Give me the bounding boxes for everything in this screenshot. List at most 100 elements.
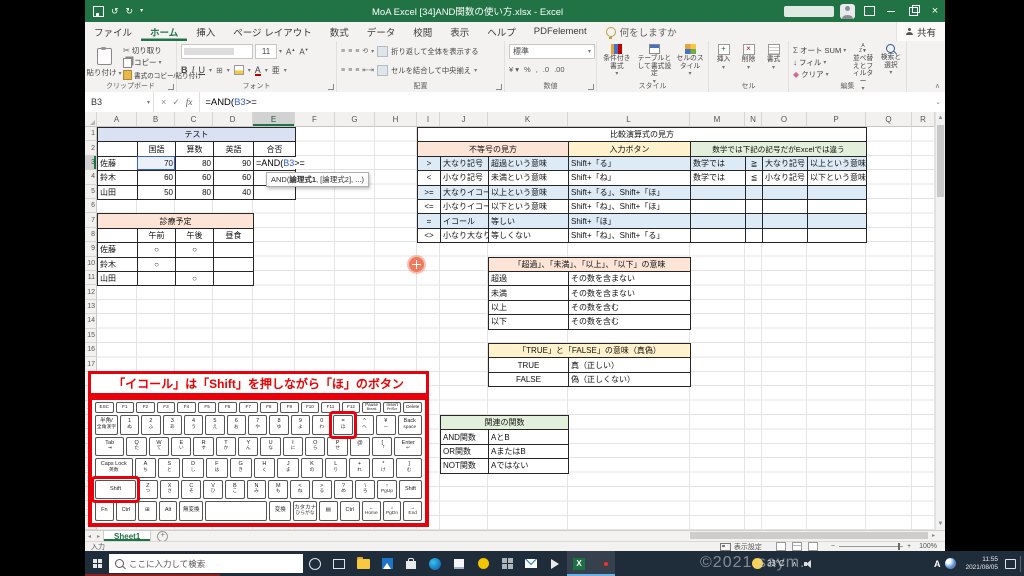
cell-e3-formula[interactable]: =AND(B3 >= [254,156,334,170]
column-header-A[interactable]: A [97,112,137,127]
table-cell[interactable]: ○ [176,271,214,287]
table-cell[interactable]: その数を含まない [569,286,691,301]
table-cell[interactable]: AまたはB [489,444,569,460]
table-cell[interactable]: 診療予定 [98,214,254,229]
table-cell[interactable]: 60 [176,171,214,186]
account-avatar[interactable] [840,3,855,19]
sheet-nav-right-icon[interactable]: ▸ [94,533,103,540]
cell-styles-button[interactable]: セルのスタイル ▾ [676,44,704,79]
share-button[interactable]: 共有 [895,22,945,41]
table-cell[interactable]: 午前 [138,228,176,244]
table-cell[interactable]: 以下という意味 [489,200,569,215]
table-cell[interactable]: <> [418,228,441,244]
comma-button[interactable]: , [536,65,538,74]
table-cell[interactable]: = [418,214,441,229]
redo-icon[interactable]: ↻ [126,6,134,16]
table-cell[interactable]: 不等号の見方 [418,142,569,157]
table-cell[interactable]: 大なりイコール [441,185,489,200]
merge-center-button[interactable]: セルを結合して中央揃え [391,66,471,76]
table-cell[interactable]: ≦ [746,171,763,186]
table-cell[interactable]: ○ [138,243,176,258]
ribbon-tab-9[interactable]: PDFelement [525,22,596,41]
table-cell[interactable]: 数学では下記の記号だがExcelでは違う [691,142,867,157]
grow-font-icon[interactable]: A▲ [286,47,295,57]
table-cell[interactable]: 大なり記号 [441,156,489,172]
name-box[interactable]: B3 ▾ [85,92,154,112]
table-cell[interactable]: 真（正しい） [569,358,691,373]
column-header-N[interactable]: N [745,112,762,127]
table-cell[interactable] [808,228,867,244]
table-cell[interactable]: 関連の関数 [441,416,569,431]
start-button[interactable] [85,551,109,576]
column-header-J[interactable]: J [440,112,488,127]
display-settings-label[interactable]: 表示設定 [734,542,762,552]
table-cell[interactable] [176,257,214,272]
table-cell[interactable]: 「超過」、「未満」、「以上」、「以下」の意味 [489,257,691,272]
table-cell[interactable]: 鈴木 [98,257,138,272]
close-button[interactable]: × [927,1,943,21]
taskbar-app-tiles[interactable] [495,551,519,576]
row-header-13[interactable]: 13 [85,299,97,315]
zoom-slider[interactable] [839,543,903,550]
increase-decimal-button[interactable]: .0 [543,65,549,74]
table-cell[interactable]: 以上という意味 [808,156,867,172]
autosum-button[interactable]: Σ オート SUM ▾ [793,45,846,56]
column-header-K[interactable]: K [488,112,568,127]
ribbon-tab-5[interactable]: データ [358,22,405,41]
row-header-17[interactable]: 17 [85,357,97,372]
row-header-12[interactable]: 12 [85,285,97,300]
vertical-scroll-thumb[interactable] [937,125,944,197]
align-left-icon[interactable]: ≡ [341,67,345,74]
table-cell[interactable]: 等しい [489,214,569,229]
table-cell[interactable]: Shift+「ね」、Shift+「ほ」 [569,200,691,215]
table-cell[interactable] [254,185,296,200]
scroll-down-icon[interactable]: ▼ [936,518,945,530]
table-cell[interactable]: AとB [489,430,569,445]
zoom-in-icon[interactable]: + [907,543,911,550]
tray-expand-icon[interactable]: ∧ [792,560,797,568]
table-cell[interactable]: 超過という意味 [489,156,569,172]
font-size-box[interactable]: 11 [255,44,277,59]
ribbon-tab-6[interactable]: 校閲 [404,22,441,41]
table-cell[interactable]: 大なり記号 [763,156,808,172]
taskbar-task-view[interactable] [327,551,351,576]
column-header-O[interactable]: O [762,112,807,127]
zoom-level[interactable]: 100% [919,543,937,550]
table-cell[interactable] [763,228,808,244]
table-cell[interactable]: 合否 [254,142,296,157]
ribbon-tab-0[interactable]: ファイル [85,22,141,41]
column-header-L[interactable]: L [568,112,690,127]
table-cell[interactable]: 以上という意味 [489,185,569,200]
table-cell[interactable]: 80 [176,156,214,172]
shrink-font-icon[interactable]: A▼ [299,47,308,57]
table-cell[interactable]: Shift+「る」 [569,156,691,172]
table-cell[interactable]: >= [418,185,441,200]
table-cell[interactable]: 入力ボタン [569,142,691,157]
table-cell[interactable] [763,185,808,200]
find-select-button[interactable]: 検索と選択 ▾ [880,44,902,81]
minimize-button[interactable] [883,1,899,21]
table-cell[interactable] [691,200,746,215]
table-cell[interactable] [746,185,763,200]
row-header-2[interactable]: 2 [85,141,97,156]
column-header-D[interactable]: D [213,112,253,127]
table-cell[interactable] [98,142,138,157]
row-header-6[interactable]: 6 [85,199,97,214]
row-header-14[interactable]: 14 [85,314,97,329]
formula-bar-expand-icon[interactable]: ⌄ [931,92,945,112]
align-bottom-icon[interactable]: ≡ [355,48,359,55]
row-header-8[interactable]: 8 [85,227,97,243]
table-cell[interactable]: その数を含む [569,300,691,316]
table-cell[interactable]: 50 [138,185,176,200]
paste-button[interactable]: 貼り付け ▾ [86,44,122,81]
notification-center-icon[interactable] [1005,558,1016,569]
taskbar-edge[interactable] [423,551,447,576]
row-header-5[interactable]: 5 [85,184,97,199]
table-cell[interactable]: 小なり記号 [763,171,808,186]
borders-button[interactable]: ⊞ [216,66,223,75]
taskbar-clock[interactable]: 11:55 2021/08/05 [965,556,998,571]
table-cell[interactable]: <= [418,200,441,215]
table-cell[interactable]: 昼食 [214,228,254,244]
formula-input[interactable]: =AND(B3 >= [200,92,931,112]
table-cell[interactable]: 午後 [176,228,214,244]
